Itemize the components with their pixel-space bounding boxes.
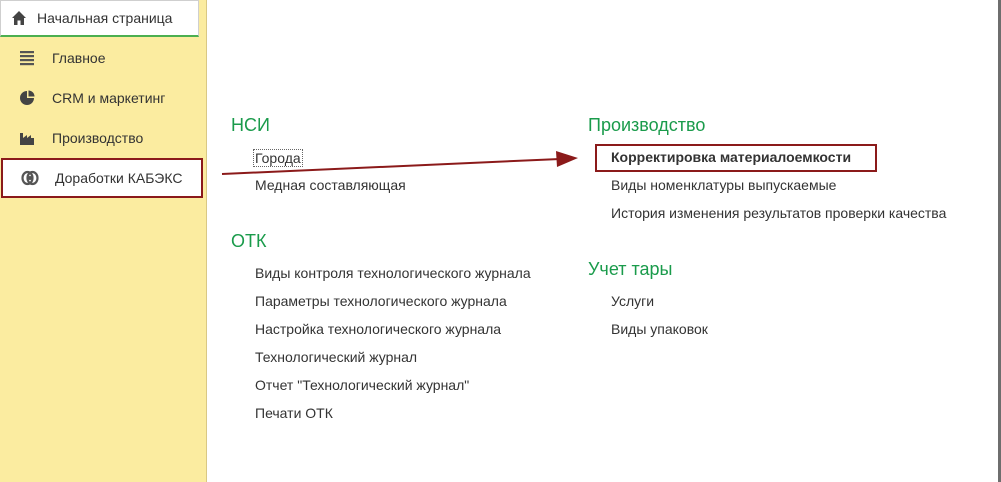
link-product-types[interactable]: Виды номенклатуры выпускаемые <box>611 177 836 193</box>
section-production[interactable]: Производство <box>0 118 203 158</box>
pie-chart-icon <box>18 89 36 107</box>
link-otk-1[interactable]: Параметры технологического журнала <box>255 293 507 309</box>
link-material-correction[interactable]: Корректировка материалоемкости <box>611 149 851 165</box>
section-label: Доработки КАБЭКС <box>55 170 183 186</box>
sections-panel: Начальная страница Главное CRM и маркети… <box>0 0 207 482</box>
group-title-nsi: НСИ <box>231 115 270 135</box>
link-quality-history[interactable]: История изменения результатов проверки к… <box>611 205 946 221</box>
link-copper-component[interactable]: Медная составляющая <box>255 177 406 193</box>
link-services[interactable]: Услуги <box>611 293 654 309</box>
main-content: НСИ Города Медная составляющая ОТК Виды … <box>208 0 1001 482</box>
link-otk-4[interactable]: Отчет "Технологический журнал" <box>255 377 469 393</box>
group-title-containers: Учет тары <box>588 259 673 279</box>
link-otk-5[interactable]: Печати ОТК <box>255 405 333 421</box>
home-tab-label: Начальная страница <box>37 10 173 26</box>
menu-lines-icon <box>18 49 36 67</box>
factory-icon <box>18 129 36 147</box>
link-otk-2[interactable]: Настройка технологического журнала <box>255 321 501 337</box>
section-label: Главное <box>52 50 106 66</box>
link-package-types[interactable]: Виды упаковок <box>611 321 708 337</box>
link-otk-0[interactable]: Виды контроля технологического журнала <box>255 265 531 281</box>
home-icon <box>11 10 27 26</box>
home-tab[interactable]: Начальная страница <box>0 0 199 37</box>
section-label: CRM и маркетинг <box>52 90 166 106</box>
group-title-production: Производство <box>588 115 706 135</box>
gears-icon <box>21 169 39 187</box>
section-crm[interactable]: CRM и маркетинг <box>0 78 203 118</box>
link-otk-3[interactable]: Технологический журнал <box>255 349 417 365</box>
group-title-otk: ОТК <box>231 231 267 251</box>
link-cities[interactable]: Города <box>253 149 303 167</box>
section-label: Производство <box>52 130 144 146</box>
section-main[interactable]: Главное <box>0 38 203 78</box>
section-kabex[interactable]: Доработки КАБЭКС <box>1 158 203 198</box>
